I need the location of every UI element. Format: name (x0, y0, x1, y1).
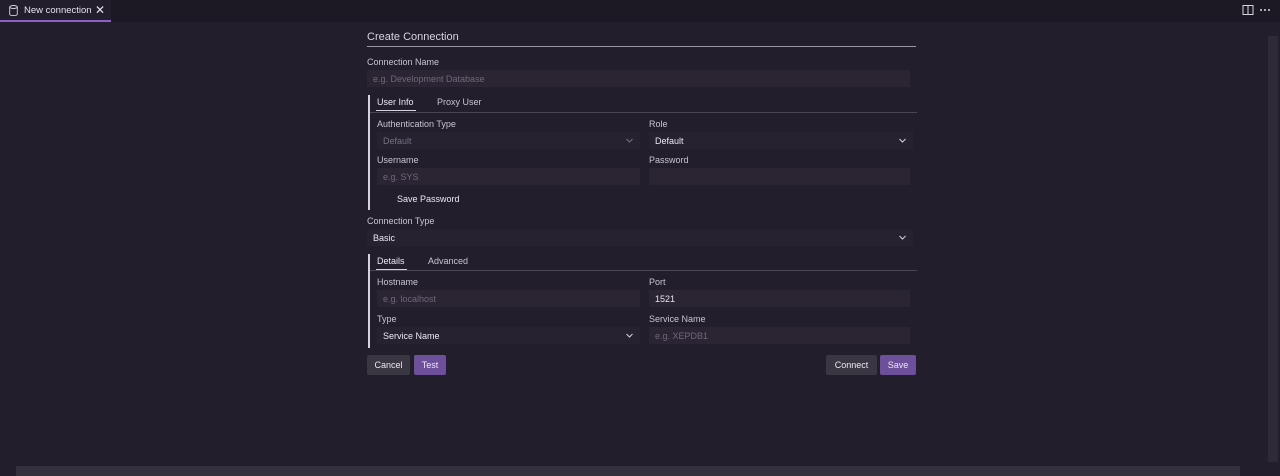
type-select[interactable]: Service Name (377, 327, 640, 344)
connect-button[interactable]: Connect (826, 355, 877, 375)
test-button[interactable]: Test (414, 355, 446, 375)
hostname-label: Hostname (377, 277, 419, 287)
horizontal-scrollbar[interactable] (16, 466, 1240, 476)
port-input[interactable] (649, 290, 910, 307)
title-divider (367, 46, 916, 47)
service-name-input[interactable] (649, 327, 910, 344)
username-input[interactable] (377, 168, 640, 185)
connection-name-input[interactable] (367, 70, 910, 87)
active-tab-indicator (0, 20, 111, 22)
chevron-down-icon (899, 235, 906, 240)
save-button[interactable]: Save (880, 355, 916, 375)
port-label: Port (649, 277, 666, 287)
auth-tabs-divider (370, 112, 917, 113)
close-icon[interactable]: ✕ (95, 3, 105, 17)
auth-type-value: Default (383, 135, 412, 146)
save-password-checkbox[interactable] (381, 193, 392, 204)
password-input[interactable] (649, 168, 910, 185)
page-title: Create Connection (367, 31, 459, 43)
details-group-bar (368, 254, 370, 348)
chevron-down-icon (626, 138, 633, 143)
save-password-label: Save Password (397, 194, 460, 204)
tab-user-info-underline (376, 110, 416, 111)
username-label: Username (377, 155, 419, 165)
tab-details[interactable]: Details (377, 256, 405, 266)
chevron-down-icon (899, 138, 906, 143)
connection-type-label: Connection Type (367, 216, 435, 226)
more-actions-icon[interactable] (1259, 4, 1271, 16)
editor-tab-new-connection[interactable]: New connection ✕ (0, 0, 111, 22)
connection-type-select[interactable]: Basic (367, 229, 913, 246)
database-icon (9, 5, 18, 16)
role-value: Default (655, 135, 684, 146)
chevron-down-icon (626, 333, 633, 338)
connection-type-value: Basic (373, 232, 396, 243)
service-name-label: Service Name (649, 314, 706, 324)
cancel-button[interactable]: Cancel (367, 355, 410, 375)
connection-name-label: Connection Name (367, 57, 440, 67)
tab-user-info[interactable]: User Info (377, 97, 414, 107)
tab-proxy-user[interactable]: Proxy User (437, 97, 482, 107)
auth-type-select[interactable]: Default (377, 132, 640, 149)
editor-tab-bar: New connection ✕ (0, 0, 1280, 22)
hostname-input[interactable] (377, 290, 640, 307)
password-label: Password (649, 155, 689, 165)
vertical-scrollbar[interactable] (1268, 36, 1278, 462)
role-select[interactable]: Default (649, 132, 913, 149)
tab-advanced[interactable]: Advanced (428, 256, 468, 266)
split-editor-icon[interactable] (1242, 4, 1254, 16)
type-value: Service Name (383, 330, 440, 341)
role-label: Role (649, 119, 668, 129)
type-label: Type (377, 314, 397, 324)
details-tabs-divider (370, 270, 917, 271)
auth-type-label: Authentication Type (377, 119, 456, 129)
tab-label: New connection (24, 5, 92, 16)
